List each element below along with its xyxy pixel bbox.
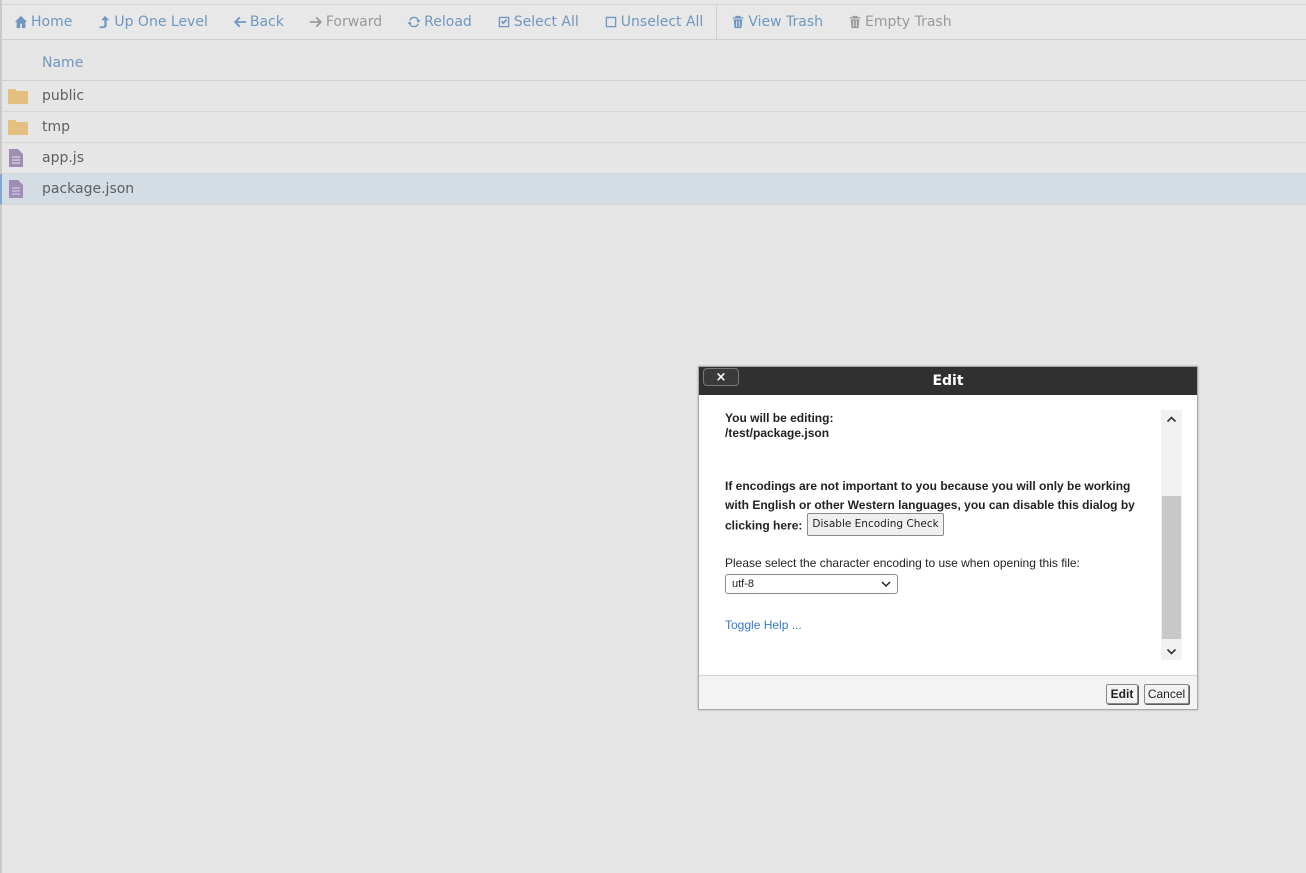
encoding-select[interactable]: utf-8: [725, 574, 898, 594]
view-trash-button[interactable]: View Trash: [731, 4, 823, 40]
folder-icon: [8, 120, 28, 135]
file-name: app.js: [42, 150, 84, 166]
disable-encoding-check-button[interactable]: Disable Encoding Check: [807, 513, 944, 536]
toolbar-divider: [716, 4, 718, 40]
edit-button[interactable]: Edit: [1106, 684, 1138, 704]
file-list-header: Name: [2, 46, 1306, 81]
empty-trash-button[interactable]: Empty Trash: [848, 4, 952, 40]
close-icon: ×: [715, 369, 727, 385]
file-text-icon: [9, 149, 23, 167]
toggle-help-link[interactable]: Toggle Help ...: [725, 618, 802, 632]
chevron-down-icon: [1166, 648, 1177, 655]
file-name: package.json: [42, 181, 135, 197]
forward-button[interactable]: Forward: [309, 4, 382, 40]
column-header-name[interactable]: Name: [42, 55, 83, 71]
file-list: Name public tmp app.js package.json: [0, 46, 1306, 205]
dialog-title: Edit: [932, 373, 964, 389]
file-text-icon: [9, 180, 23, 198]
dialog-title-bar: × Edit: [699, 367, 1197, 395]
check-square-icon: [498, 16, 510, 28]
scroll-down-button[interactable]: [1161, 642, 1182, 660]
trash-icon: [849, 15, 861, 29]
file-name: public: [42, 88, 85, 104]
editing-label: You will be editing:: [725, 411, 834, 425]
edit-dialog: × Edit You will be editing: /test/packag…: [698, 366, 1198, 710]
encoding-select-label: Please select the character encoding to …: [725, 556, 1080, 570]
refresh-icon: [407, 16, 421, 28]
dialog-footer: Edit Cancel: [699, 675, 1197, 709]
back-button[interactable]: Back: [233, 4, 284, 40]
up-one-level-button[interactable]: Up One Level: [97, 4, 208, 40]
unselect-all-button[interactable]: Unselect All: [604, 4, 703, 40]
file-manager: Home Up One Level Back Forward Reload Se…: [0, 0, 1306, 873]
square-icon: [605, 16, 617, 28]
home-button[interactable]: Home: [14, 4, 72, 40]
encoding-selected-value: utf-8: [732, 578, 755, 590]
arrow-left-icon: [233, 16, 246, 28]
dialog-body: You will be editing: /test/package.json …: [699, 395, 1197, 675]
trash-icon: [733, 15, 744, 29]
chevron-up-icon: [1166, 415, 1177, 422]
scroll-up-button[interactable]: [1161, 410, 1182, 428]
dialog-scrollbar[interactable]: [1161, 410, 1182, 660]
dialog-content: You will be editing: /test/package.json …: [725, 411, 1155, 632]
arrow-right-icon: [309, 16, 322, 28]
level-up-icon: [99, 15, 110, 29]
chevron-down-icon: [881, 581, 891, 588]
table-row[interactable]: package.json: [0, 174, 1306, 205]
table-row[interactable]: app.js: [2, 143, 1306, 174]
file-name: tmp: [42, 119, 71, 135]
home-icon: [14, 15, 28, 29]
table-row[interactable]: tmp: [2, 112, 1306, 143]
editing-path: /test/package.json: [725, 426, 830, 440]
reload-button[interactable]: Reload: [407, 4, 472, 40]
folder-icon: [8, 89, 28, 104]
toolbar: Home Up One Level Back Forward Reload Se…: [2, 4, 1306, 40]
table-row[interactable]: public: [2, 81, 1306, 112]
encoding-note: If encodings are not important to you be…: [725, 477, 1155, 538]
close-button[interactable]: ×: [703, 368, 739, 386]
cancel-button[interactable]: Cancel: [1144, 684, 1189, 704]
scroll-thumb[interactable]: [1162, 496, 1181, 639]
select-all-button[interactable]: Select All: [497, 4, 579, 40]
